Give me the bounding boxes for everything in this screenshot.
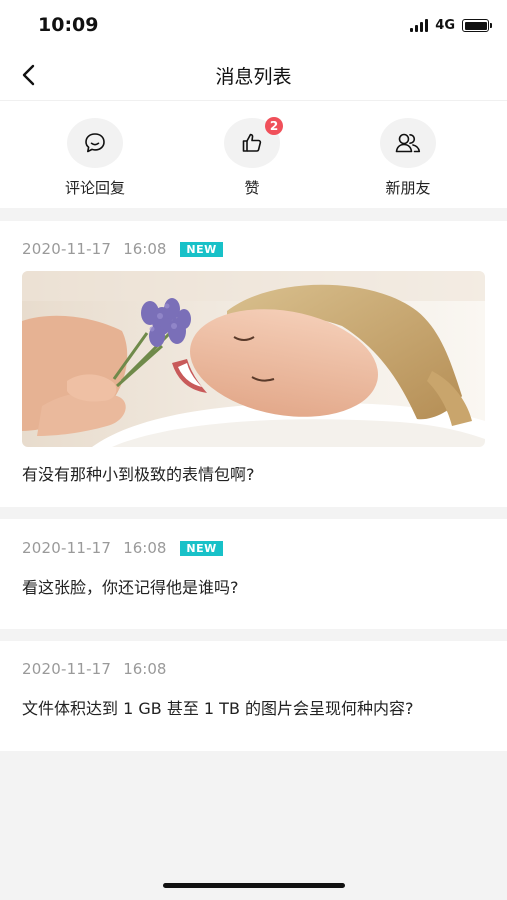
- message-card[interactable]: 2020-11-17 16:08 文件体积达到 1 GB 甚至 1 TB 的图片…: [0, 641, 507, 751]
- message-meta: 2020-11-17 16:08 NEW: [22, 240, 223, 258]
- new-tag: NEW: [180, 241, 223, 257]
- network-type: 4G: [435, 18, 455, 33]
- message-time: 16:08: [123, 539, 167, 557]
- shortcut-label: 赞: [244, 179, 260, 197]
- shortcut-row: 评论回复 2 赞 新朋友: [0, 100, 507, 208]
- thumbs-up-icon: [242, 133, 262, 152]
- shortcut-comment-reply[interactable]: 评论回复: [45, 118, 145, 198]
- message-time: 16:08: [123, 240, 167, 258]
- message-text: 文件体积达到 1 GB 甚至 1 TB 的图片会呈现何种内容?: [22, 699, 414, 718]
- signal-icon: [410, 19, 429, 32]
- message-meta: 2020-11-17 16:08 NEW: [22, 539, 223, 557]
- message-text: 有没有那种小到极致的表情包啊?: [22, 465, 255, 484]
- home-indicator: [163, 883, 345, 888]
- nav-bar: 消息列表: [0, 50, 507, 100]
- message-card[interactable]: 2020-11-17 16:08 NEW 看这张脸，你还记得他是谁吗?: [0, 519, 507, 629]
- message-card[interactable]: 2020-11-17 16:08 NEW 有没有那种小到极致的表情包啊?: [0, 221, 507, 507]
- new-tag: NEW: [180, 540, 223, 556]
- message-date: 2020-11-17: [22, 240, 112, 258]
- new-friends-icon: [395, 133, 421, 153]
- message-time: 16:08: [123, 660, 167, 678]
- spa-woman-lavender-image: [22, 271, 485, 447]
- shortcut-likes[interactable]: 2 赞: [202, 117, 302, 198]
- shortcut-new-friends[interactable]: 新朋友: [358, 118, 458, 198]
- battery-icon: [462, 19, 492, 32]
- message-date: 2020-11-17: [22, 660, 112, 678]
- shortcut-icon-circle: 2: [224, 117, 283, 168]
- status-time: 10:09: [38, 14, 99, 36]
- message-date: 2020-11-17: [22, 539, 112, 557]
- status-bar: 10:09 4G: [0, 0, 507, 50]
- page-title: 消息列表: [215, 66, 292, 88]
- message-image[interactable]: [22, 271, 485, 447]
- shortcut-label: 新朋友: [385, 179, 431, 197]
- likes-badge: 2: [265, 117, 283, 135]
- message-text: 看这张脸，你还记得他是谁吗?: [22, 578, 239, 597]
- shortcut-label: 评论回复: [64, 179, 125, 197]
- status-indicators: 4G: [410, 18, 492, 33]
- message-meta: 2020-11-17 16:08: [22, 660, 166, 678]
- comment-icon: [85, 133, 105, 153]
- shortcut-icon-circle: [67, 118, 123, 168]
- shortcut-icon-circle: [380, 118, 436, 168]
